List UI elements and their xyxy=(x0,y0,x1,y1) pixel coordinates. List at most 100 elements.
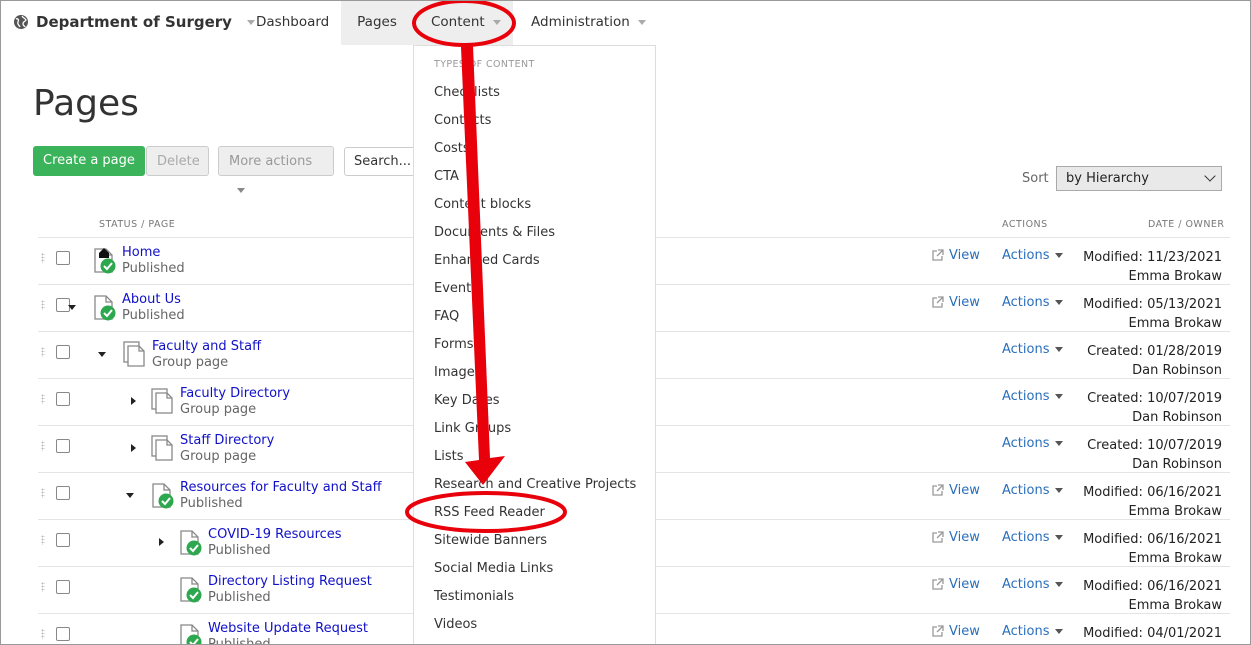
menu-item-images[interactable]: Images xyxy=(434,365,482,380)
column-header-actions: ACTIONS xyxy=(1002,219,1048,230)
row-checkbox[interactable] xyxy=(56,439,70,453)
more-actions-button[interactable]: More actions xyxy=(218,146,334,193)
row-checkbox[interactable] xyxy=(56,345,70,359)
page-icon xyxy=(123,341,145,367)
row-checkbox[interactable] xyxy=(56,627,70,641)
menu-item-faq[interactable]: FAQ xyxy=(434,309,459,324)
collapse-toggle[interactable] xyxy=(98,352,106,357)
date-text: Modified: 04/01/2021 xyxy=(1083,626,1222,641)
more-actions-label: More actions xyxy=(229,154,313,169)
page-status: Published xyxy=(122,261,185,276)
view-link[interactable]: View xyxy=(931,530,980,545)
site-title: Department of Surgery xyxy=(36,13,232,31)
menu-item-lists[interactable]: Lists xyxy=(434,449,464,464)
page-cell: Directory Listing Request Published xyxy=(208,574,372,606)
globe-icon xyxy=(14,15,28,29)
menu-item-cta[interactable]: CTA xyxy=(434,169,459,184)
external-link-icon xyxy=(932,578,944,590)
page-link[interactable]: Staff Directory xyxy=(180,433,274,449)
page-status: Group page xyxy=(180,402,257,417)
menu-item-link-groups[interactable]: Link Groups xyxy=(434,421,511,436)
page-cell: Resources for Faculty and Staff Publishe… xyxy=(180,480,382,512)
actions-dropdown[interactable]: Actions xyxy=(1002,248,1063,263)
page-icon xyxy=(151,388,173,414)
grip-icon[interactable] xyxy=(41,488,45,498)
menu-item-rss-feed-reader[interactable]: RSS Feed Reader xyxy=(434,505,545,520)
actions-dropdown[interactable]: Actions xyxy=(1002,530,1063,545)
actions-dropdown[interactable]: Actions xyxy=(1002,483,1063,498)
actions-label: Actions xyxy=(1002,530,1050,545)
actions-dropdown[interactable]: Actions xyxy=(1002,624,1063,639)
menu-item-testimonials[interactable]: Testimonials xyxy=(434,589,514,604)
page-cell: Staff Directory Group page xyxy=(180,433,274,465)
menu-item-costs[interactable]: Costs xyxy=(434,141,470,156)
nav-pages[interactable]: Pages xyxy=(341,1,413,45)
expand-toggle[interactable] xyxy=(131,444,136,452)
menu-item-events[interactable]: Events xyxy=(434,281,478,296)
view-link[interactable]: View xyxy=(931,483,980,498)
grip-icon[interactable] xyxy=(41,582,45,592)
date-text: Modified: 06/16/2021 xyxy=(1083,532,1222,547)
grip-icon[interactable] xyxy=(41,441,45,451)
date-text: Created: 10/07/2019 xyxy=(1087,438,1222,453)
grip-icon[interactable] xyxy=(41,253,45,263)
menu-item-forms[interactable]: Forms xyxy=(434,337,474,352)
grip-icon[interactable] xyxy=(41,347,45,357)
row-checkbox[interactable] xyxy=(56,392,70,406)
menu-item-videos[interactable]: Videos xyxy=(434,617,477,632)
actions-dropdown[interactable]: Actions xyxy=(1002,389,1063,404)
row-checkbox[interactable] xyxy=(56,251,70,265)
page-link[interactable]: About Us xyxy=(122,292,185,308)
menu-item-sitewide-banners[interactable]: Sitewide Banners xyxy=(434,533,547,548)
grip-icon[interactable] xyxy=(41,394,45,404)
date-owner: Modified: 05/13/2021 Emma Brokaw xyxy=(1083,295,1222,333)
menu-item-research-and-creative-projects[interactable]: Research and Creative Projects xyxy=(434,477,636,492)
nav-content[interactable]: Content xyxy=(413,1,513,45)
menu-item-key-dates[interactable]: Key Dates xyxy=(434,393,500,408)
collapse-toggle[interactable] xyxy=(126,493,134,498)
grip-icon[interactable] xyxy=(41,535,45,545)
view-link[interactable]: View xyxy=(931,577,980,592)
page-cell: About Us Published xyxy=(122,292,185,324)
delete-button[interactable]: Delete xyxy=(146,146,209,176)
grip-icon[interactable] xyxy=(41,629,45,639)
actions-dropdown[interactable]: Actions xyxy=(1002,577,1063,592)
date-text: Modified: 06/16/2021 xyxy=(1083,485,1222,500)
create-page-button[interactable]: Create a page xyxy=(33,146,145,176)
expand-toggle[interactable] xyxy=(159,538,164,546)
view-label: View xyxy=(949,577,980,592)
sort-label: Sort xyxy=(1022,171,1049,186)
view-link[interactable]: View xyxy=(931,624,980,639)
sort-select[interactable]: by Hierarchy xyxy=(1056,166,1222,191)
page-link[interactable]: Website Update Request xyxy=(208,621,368,637)
view-link[interactable]: View xyxy=(931,295,980,310)
page-link[interactable]: Faculty Directory xyxy=(180,386,290,402)
content-dropdown-menu: TYPES OF CONTENT Checklists Contacts Costs… xyxy=(413,45,656,644)
menu-item-checklists[interactable]: Checklists xyxy=(434,85,500,100)
site-menu[interactable]: Department of Surgery xyxy=(13,13,255,31)
row-checkbox[interactable] xyxy=(56,533,70,547)
menu-item-content-blocks[interactable]: Content blocks xyxy=(434,197,531,212)
page-link[interactable]: Resources for Faculty and Staff xyxy=(180,480,382,496)
nav-dashboard[interactable]: Dashboard xyxy=(256,1,329,45)
actions-dropdown[interactable]: Actions xyxy=(1002,436,1063,451)
menu-item-social-media-links[interactable]: Social Media Links xyxy=(434,561,553,576)
menu-item-enhanced-cards[interactable]: Enhanced Cards xyxy=(434,253,540,268)
page-link[interactable]: Faculty and Staff xyxy=(152,339,261,355)
page-link[interactable]: COVID-19 Resources xyxy=(208,527,342,543)
row-checkbox[interactable] xyxy=(56,580,70,594)
actions-dropdown[interactable]: Actions xyxy=(1002,295,1063,310)
external-link-icon xyxy=(932,296,944,308)
page-link[interactable]: Home xyxy=(122,245,185,261)
view-link[interactable]: View xyxy=(931,248,980,263)
menu-item-contacts[interactable]: Contacts xyxy=(434,113,491,128)
expand-toggle[interactable] xyxy=(131,397,136,405)
collapse-toggle[interactable] xyxy=(68,305,76,310)
nav-administration[interactable]: Administration xyxy=(531,1,646,45)
grip-icon[interactable] xyxy=(41,300,45,310)
page-link[interactable]: Directory Listing Request xyxy=(208,574,372,590)
row-checkbox[interactable] xyxy=(56,486,70,500)
menu-item-documents-files[interactable]: Documents & Files xyxy=(434,225,555,240)
date-text: Modified: 11/23/2021 xyxy=(1083,250,1222,265)
actions-dropdown[interactable]: Actions xyxy=(1002,342,1063,357)
